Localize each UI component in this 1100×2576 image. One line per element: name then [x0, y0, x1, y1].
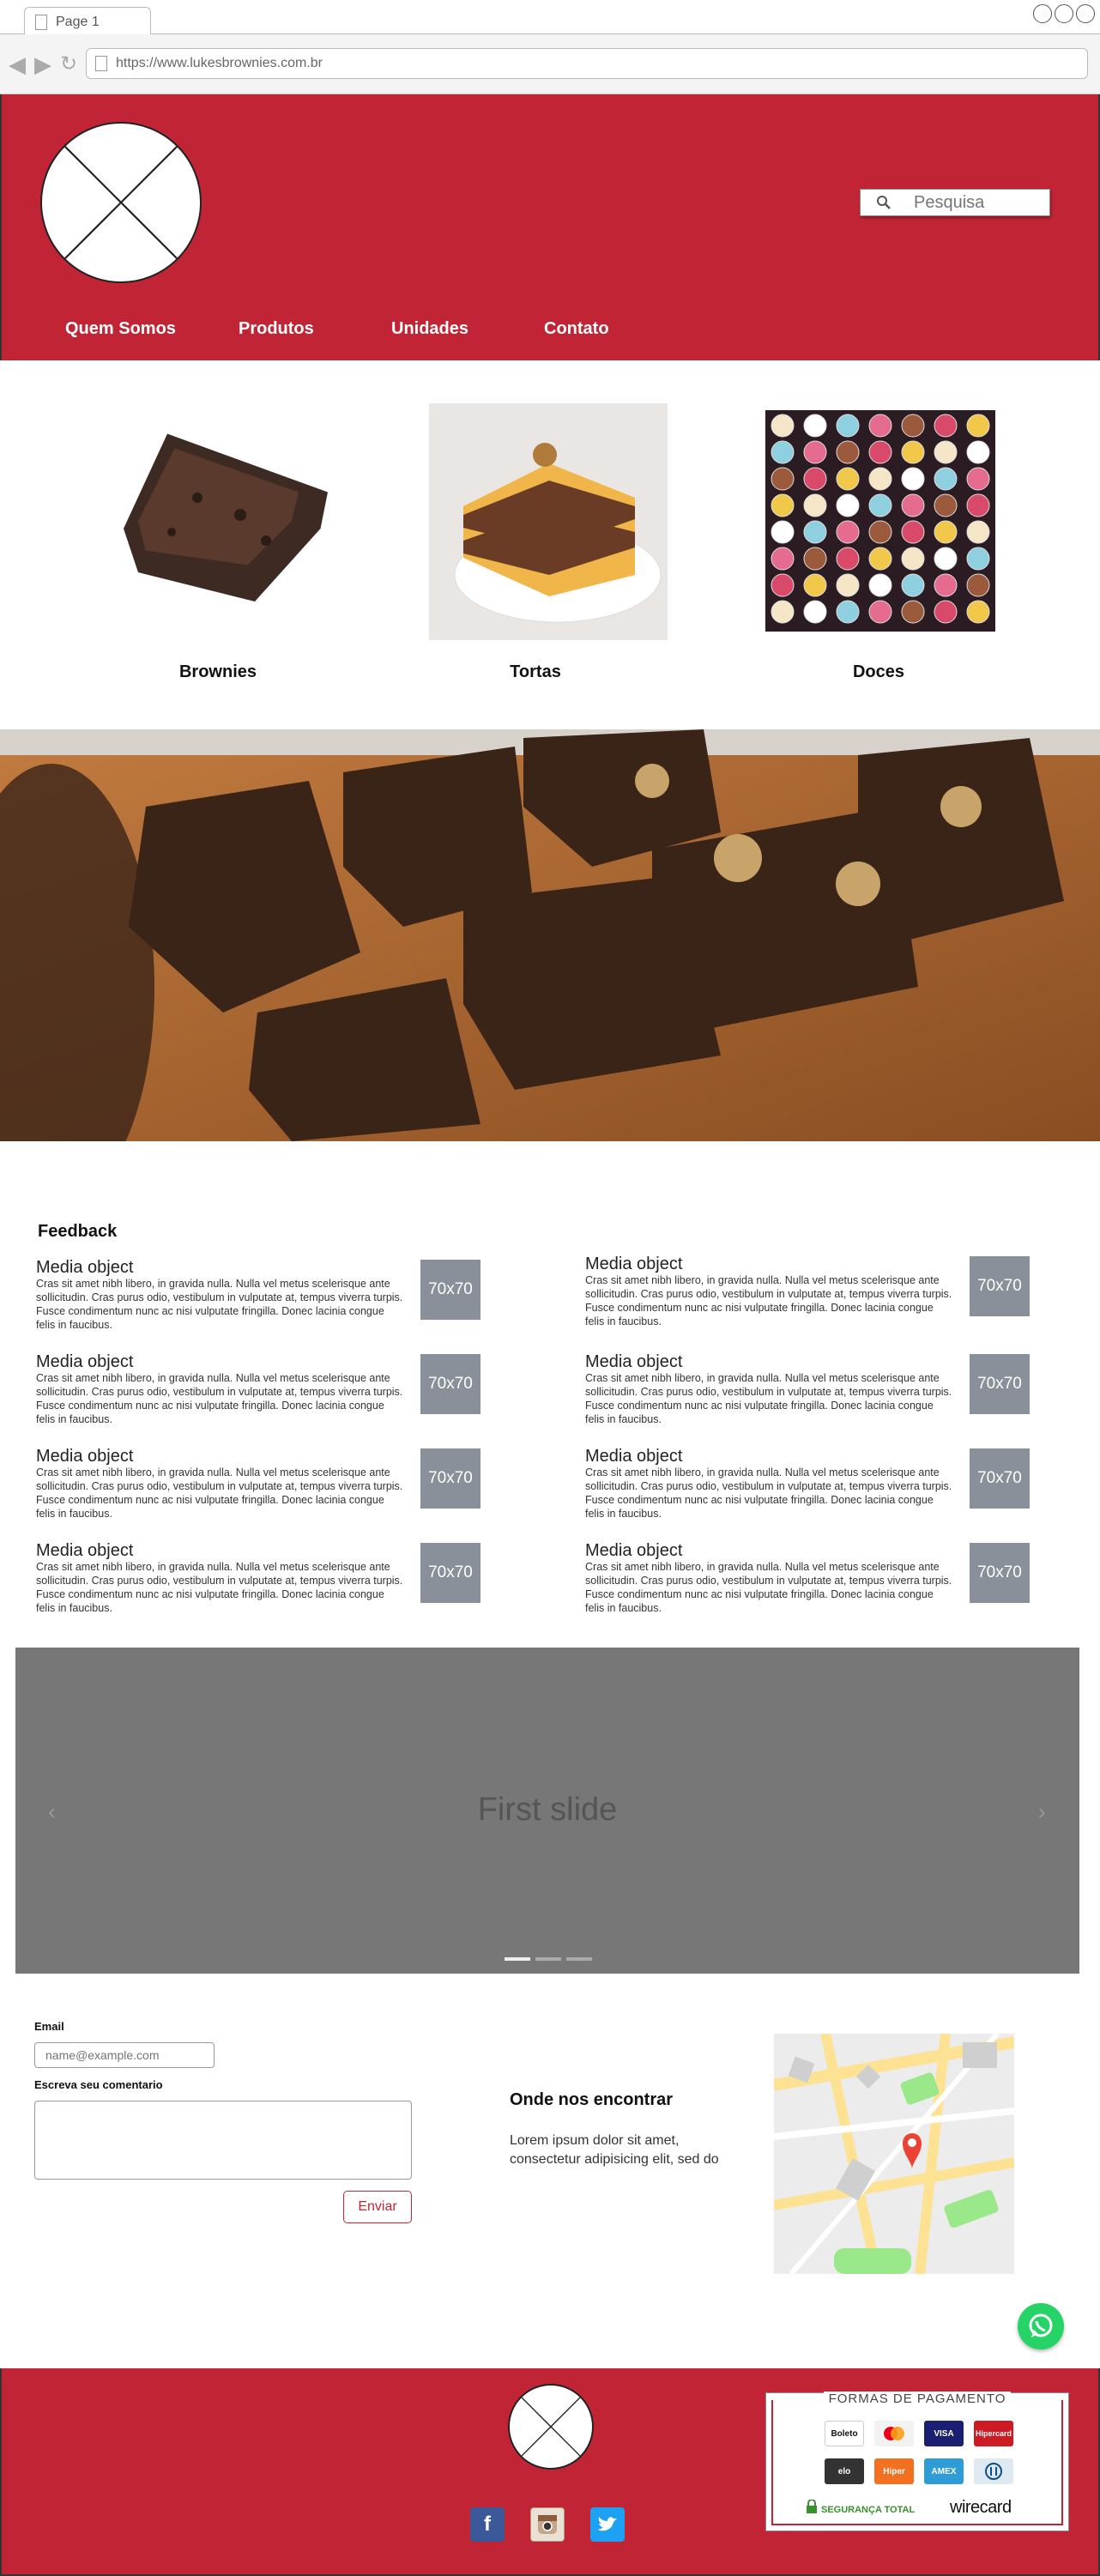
send-button[interactable]: Enviar [343, 2191, 412, 2223]
brownie-image[interactable] [94, 412, 352, 635]
media-thumbnail: 70x70 [970, 1256, 1030, 1316]
media-body: Cras sit amet nibh libero, in gravida nu… [585, 1561, 952, 1614]
carousel-indicator[interactable] [505, 1957, 530, 1961]
media-body: Cras sit amet nibh libero, in gravida nu… [585, 1274, 952, 1327]
forward-arrow-icon[interactable]: ▶ [34, 53, 51, 76]
feedback-title: Feedback [38, 1222, 118, 1241]
mastercard-icon [874, 2421, 914, 2446]
logo-placeholder[interactable] [40, 122, 202, 283]
product-label-tortas[interactable]: Tortas [450, 662, 621, 682]
tab-title: Page 1 [56, 14, 100, 29]
media-object: Media object Cras sit amet nibh libero, … [585, 1255, 1053, 1340]
product-label-brownies[interactable]: Brownies [132, 662, 304, 682]
instagram-icon[interactable] [530, 2507, 565, 2542]
wirecard-logo: wirecard [950, 2498, 1012, 2517]
media-heading: Media object [585, 1447, 683, 1466]
media-body: Cras sit amet nibh libero, in gravida nu… [36, 1372, 403, 1425]
amex-icon: AMEX [924, 2458, 964, 2484]
browser-toolbar: ◀ ▶ ↻ https://www.lukesbrownies.com.br [0, 34, 1100, 94]
media-heading: Media object [585, 1541, 683, 1560]
media-thumbnail: 70x70 [970, 1543, 1030, 1603]
media-object: Media object Cras sit amet nibh libero, … [36, 1352, 504, 1438]
boleto-icon: Boleto [825, 2421, 864, 2446]
security-text: SEGURANÇA TOTAL [821, 2505, 916, 2515]
nav-quem-somos[interactable]: Quem Somos [65, 319, 176, 339]
media-object: Media object Cras sit amet nibh libero, … [585, 1352, 1053, 1438]
maximize-button[interactable] [1055, 4, 1073, 23]
payment-frame: FORMAS DE PAGAMENTO Boleto VISA Hipercar… [771, 2392, 1063, 2525]
media-thumbnail: 70x70 [420, 1448, 480, 1509]
find-us-text: Lorem ipsum dolor sit amet, consectetur … [510, 2133, 719, 2167]
carousel-indicator[interactable] [535, 1957, 561, 1961]
media-body: Cras sit amet nibh libero, in gravida nu… [585, 1372, 952, 1425]
page-icon [95, 56, 107, 71]
nav-unidades[interactable]: Unidades [391, 319, 468, 339]
find-us-title: Onde nos encontrar [510, 2090, 674, 2109]
footer-logo-placeholder[interactable] [508, 2384, 594, 2470]
search-input[interactable] [914, 192, 1043, 213]
url-text: https://www.lukesbrownies.com.br [116, 56, 323, 70]
search-box[interactable] [860, 189, 1050, 216]
media-thumbnail: 70x70 [420, 1354, 480, 1414]
media-thumbnail: 70x70 [420, 1260, 480, 1320]
email-label: Email [34, 2020, 64, 2033]
media-heading: Media object [36, 1541, 134, 1560]
elo-icon: elo [825, 2458, 864, 2484]
diners-icon [974, 2458, 1013, 2484]
back-arrow-icon[interactable]: ◀ [9, 53, 26, 76]
media-object: Media object Cras sit amet nibh libero, … [36, 1447, 504, 1533]
candy-box-image[interactable] [765, 410, 995, 632]
reload-icon[interactable]: ↻ [60, 53, 77, 76]
email-field[interactable] [34, 2042, 215, 2068]
carousel-indicator[interactable] [566, 1957, 592, 1961]
payment-title: FORMAS DE PAGAMENTO [773, 2392, 1061, 2406]
page-icon [35, 14, 47, 30]
media-body: Cras sit amet nibh libero, in gravida nu… [36, 1278, 403, 1331]
media-heading: Media object [585, 1255, 683, 1273]
media-object: Media object Cras sit amet nibh libero, … [36, 1258, 504, 1344]
map[interactable] [774, 2034, 1014, 2274]
carousel-caption: First slide [477, 1792, 618, 1828]
lock-icon [806, 2499, 818, 2513]
minimize-button[interactable] [1033, 4, 1052, 23]
close-button[interactable] [1076, 4, 1095, 23]
media-heading: Media object [36, 1258, 134, 1277]
site-header: Quem Somos Produtos Unidades Contato [0, 94, 1100, 360]
media-object: Media object Cras sit amet nibh libero, … [585, 1447, 1053, 1533]
carousel[interactable]: ‹ First slide › [15, 1648, 1079, 1974]
facebook-icon[interactable]: f [470, 2507, 505, 2542]
address-bar[interactable]: https://www.lukesbrownies.com.br [86, 48, 1088, 79]
media-body: Cras sit amet nibh libero, in gravida nu… [36, 1561, 403, 1614]
media-thumbnail: 70x70 [970, 1448, 1030, 1509]
visa-icon: VISA [924, 2421, 964, 2446]
comment-label: Escreva seu comentario [34, 2078, 163, 2091]
comment-textarea[interactable] [34, 2101, 412, 2180]
media-body: Cras sit amet nibh libero, in gravida nu… [36, 1466, 403, 1520]
media-heading: Media object [36, 1447, 134, 1466]
twitter-icon[interactable] [590, 2507, 625, 2542]
main-nav: Quem Somos Produtos Unidades Contato [2, 319, 688, 354]
media-heading: Media object [585, 1352, 683, 1371]
browser-tabbar: Page 1 [0, 0, 1100, 36]
media-body: Cras sit amet nibh libero, in gravida nu… [585, 1466, 952, 1520]
product-label-doces[interactable]: Doces [793, 662, 964, 682]
browser-tab[interactable]: Page 1 [24, 7, 151, 36]
media-object: Media object Cras sit amet nibh libero, … [585, 1541, 1053, 1627]
cake-slice-image[interactable] [429, 403, 668, 640]
nav-produtos[interactable]: Produtos [239, 319, 314, 339]
payment-methods-box: FORMAS DE PAGAMENTO Boleto VISA Hipercar… [765, 2392, 1069, 2531]
media-heading: Media object [36, 1352, 134, 1371]
media-thumbnail: 70x70 [420, 1543, 480, 1603]
nav-contato[interactable]: Contato [544, 319, 609, 339]
search-icon [876, 195, 891, 210]
media-thumbnail: 70x70 [970, 1354, 1030, 1414]
hiper-icon: Hiper [874, 2458, 914, 2484]
chevron-right-icon[interactable]: › [1038, 1799, 1046, 1825]
media-object: Media object Cras sit amet nibh libero, … [36, 1541, 504, 1627]
hero-image [0, 729, 1100, 1141]
carousel-indicators [505, 1957, 592, 1961]
hipercard-icon: Hipercard [974, 2421, 1013, 2446]
whatsapp-icon[interactable] [1018, 2303, 1064, 2349]
